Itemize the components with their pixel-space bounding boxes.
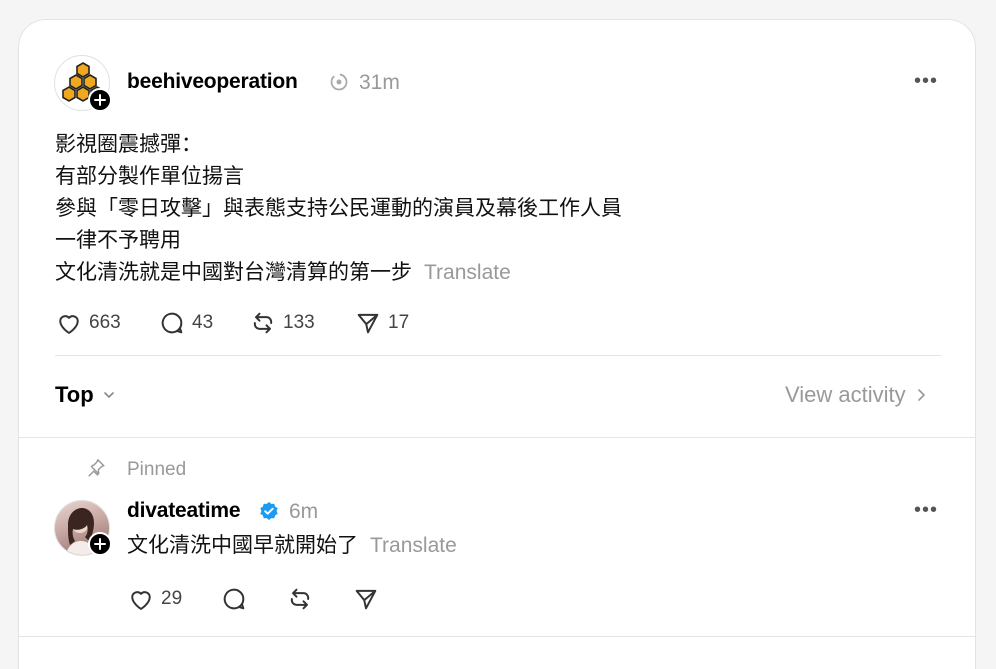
- sort-dropdown[interactable]: Top: [55, 382, 116, 408]
- reply-translate-link[interactable]: Translate: [370, 534, 457, 557]
- reply-count: 43: [192, 312, 214, 333]
- post-line: 參與「零日攻擊」與表態支持公民運動的演員及幕後工作人員: [55, 197, 622, 220]
- reply-like-count: 29: [161, 588, 183, 609]
- divider: [19, 437, 975, 438]
- plus-icon: [94, 538, 106, 550]
- post-line: 一律不予聘用: [55, 229, 181, 252]
- reply-like-button[interactable]: 29: [127, 585, 182, 613]
- send-icon: [355, 589, 377, 610]
- heart-icon: [59, 315, 79, 334]
- view-activity-label: View activity: [785, 382, 906, 407]
- like-count: 663: [89, 312, 121, 333]
- heart-icon: [131, 591, 151, 610]
- plus-icon: [94, 94, 106, 106]
- post-username[interactable]: beehiveoperation: [127, 70, 298, 94]
- reply-repost-button[interactable]: [286, 585, 314, 613]
- repost-icon: [253, 312, 273, 334]
- share-button[interactable]: 17: [354, 309, 409, 337]
- chevron-down-icon: [103, 392, 114, 399]
- post-line-last: 文化清洗就是中國對台灣清算的第一步 Translate: [55, 257, 935, 289]
- comment-icon: [161, 312, 183, 334]
- edited-icon: [329, 72, 349, 97]
- share-count: 17: [388, 312, 410, 333]
- post-line: 有部分製作單位揚言: [55, 165, 244, 188]
- post-line: 文化清洗就是中國對台灣清算的第一步: [55, 261, 412, 284]
- follow-plus-button[interactable]: [88, 88, 112, 112]
- reply-more-icon[interactable]: •••: [914, 499, 938, 522]
- reply-time[interactable]: 6m: [289, 500, 318, 524]
- post-body: 影視圈震撼彈： 有部分製作單位揚言 參與「零日攻擊」與表態支持公民運動的演員及幕…: [55, 129, 935, 289]
- thread-card: beehiveoperation 31m ••• 影視圈震撼彈： 有部分製作單位…: [18, 19, 976, 669]
- reply-text: 文化清洗中國早就開始了: [127, 534, 358, 557]
- reply-comment-button[interactable]: [220, 585, 248, 613]
- pin-icon: [85, 457, 107, 484]
- repost-icon: [290, 588, 310, 610]
- reply-body: 文化清洗中國早就開始了 Translate: [127, 530, 457, 562]
- reply-button[interactable]: 43: [158, 309, 213, 337]
- post-line: 影視圈震撼彈：: [55, 133, 202, 156]
- divider: [19, 636, 975, 637]
- view-activity-link[interactable]: View activity: [785, 382, 928, 408]
- repost-button[interactable]: 133: [249, 309, 315, 337]
- reply-share-button[interactable]: [352, 585, 380, 613]
- reply-username[interactable]: divateatime: [127, 499, 241, 523]
- pinned-label: Pinned: [127, 459, 187, 480]
- comment-icon: [223, 588, 245, 610]
- chevron-right-icon: [917, 389, 925, 401]
- verified-badge-icon: [259, 501, 279, 526]
- send-icon: [357, 313, 379, 334]
- like-button[interactable]: 663: [55, 309, 121, 337]
- post-more-icon[interactable]: •••: [914, 70, 938, 93]
- follow-plus-button[interactable]: [88, 532, 112, 556]
- post-time[interactable]: 31m: [359, 71, 400, 95]
- repost-count: 133: [283, 312, 315, 333]
- post-translate-link[interactable]: Translate: [424, 261, 511, 284]
- divider: [55, 355, 941, 356]
- sort-label: Top: [55, 382, 94, 407]
